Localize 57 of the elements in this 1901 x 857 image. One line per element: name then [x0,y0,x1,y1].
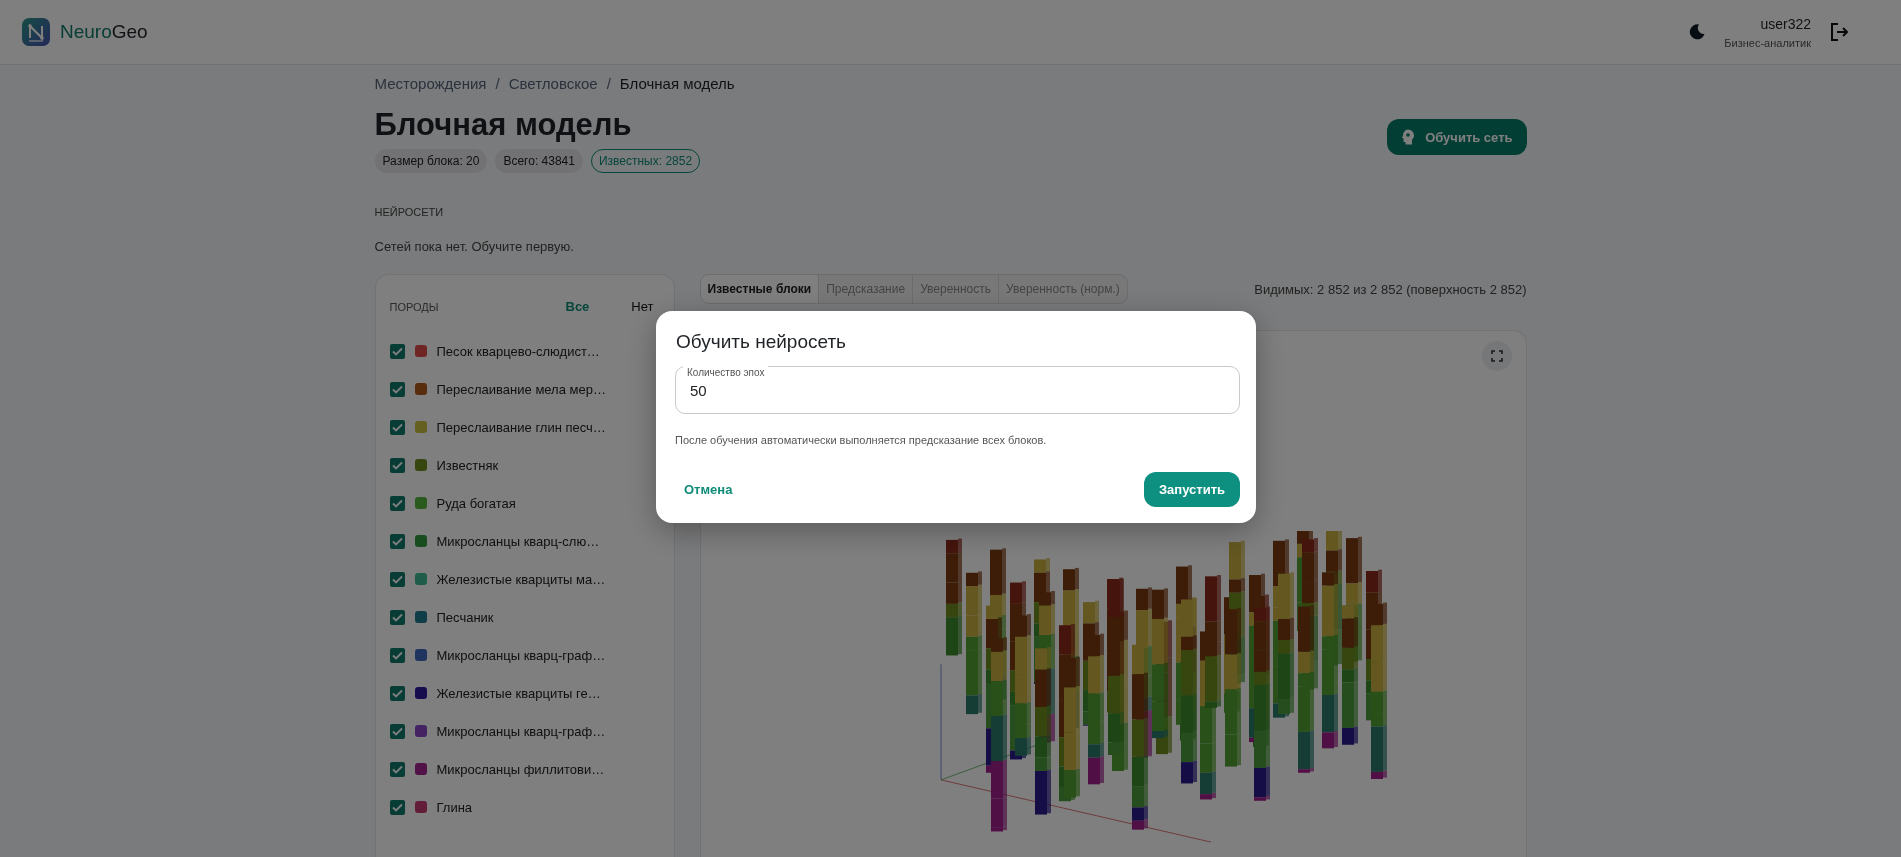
logo-icon [22,18,50,46]
fullscreen-button[interactable] [1481,341,1512,371]
breadcrumb-link[interactable]: Светловское [508,74,598,92]
checkbox[interactable] [389,685,405,701]
start-button[interactable]: Запустить [1143,472,1240,507]
dialog-title: Обучить нейросеть [676,331,847,353]
checkbox[interactable] [389,799,405,815]
moon-icon[interactable] [1688,23,1707,41]
checkbox[interactable] [389,609,405,625]
hint-text: После обучения автоматически выполняется предсказание всех блоков. [675,434,1048,446]
stat-chip: Размер блока: 20 [374,149,488,173]
checkbox[interactable] [389,723,405,739]
logo-text: NeuroGeo [60,21,148,43]
select-all-button[interactable]: Все [559,295,596,318]
checkbox[interactable] [389,419,405,435]
checkbox[interactable] [389,381,405,397]
rock-label: Переслаивание мела мер… [436,381,606,397]
train-network-button[interactable]: Обучить сеть [1387,119,1527,155]
rock-label: Переслаивание глин песч… [436,419,606,435]
rock-label: Песчаник [436,609,494,625]
view-tab[interactable]: Известные блоки [700,275,819,303]
breadcrumb-current: Блочная модель [619,74,735,92]
breadcrumb-link[interactable]: Месторождения [374,74,487,92]
checkbox[interactable] [389,571,405,587]
select-none-button[interactable]: Нет [625,295,660,318]
fullscreen-icon [1490,350,1503,362]
checkbox[interactable] [389,647,405,663]
breadcrumb-separator: / [495,74,500,92]
user-name: user322 [1760,15,1811,32]
user-role: Бизнес-аналитик [1724,36,1811,49]
rock-label: Глина [436,799,473,815]
rock-label: Микросланцы кварц-граф… [436,647,606,663]
empty-state-text: Сетей пока нет. Обучите первую. [374,239,575,254]
checkbox[interactable] [389,533,405,549]
rock-label: Железистые кварциты ма… [436,571,606,587]
checkbox[interactable] [389,457,405,473]
head-gear-icon [1401,129,1416,145]
stat-chip: Всего: 43841 [495,149,583,173]
rock-label: Песок кварцево-слюдист… [436,343,600,359]
checkbox[interactable] [389,761,405,777]
rock-label: Микросланцы кварц-граф… [436,723,606,739]
rock-label: Железистые кварциты ге… [436,685,601,701]
cancel-button[interactable]: Отмена [680,474,737,505]
epochs-input[interactable]: 50 [688,380,1227,400]
visible-count-text: Видимых: 2 852 из 2 852 (поверхность 2 852) [1254,281,1527,297]
block-model-drawing[interactable] [940,531,1387,843]
rock-label: Руда богатая [436,495,516,511]
rock-label: Известняк [436,457,499,473]
checkbox[interactable] [389,495,405,511]
rock-label: Микросланцы кварц-слю… [436,533,600,549]
logout-icon[interactable] [1829,22,1849,42]
checkbox[interactable] [389,343,405,359]
page-title: Блочная модель [374,107,633,143]
panel-heading: ПОРОДЫ [389,300,440,313]
rock-label: Микросланцы филлитови… [436,761,605,777]
section-heading: НЕЙРОСЕТИ [374,206,445,218]
breadcrumb-separator: / [606,74,611,92]
